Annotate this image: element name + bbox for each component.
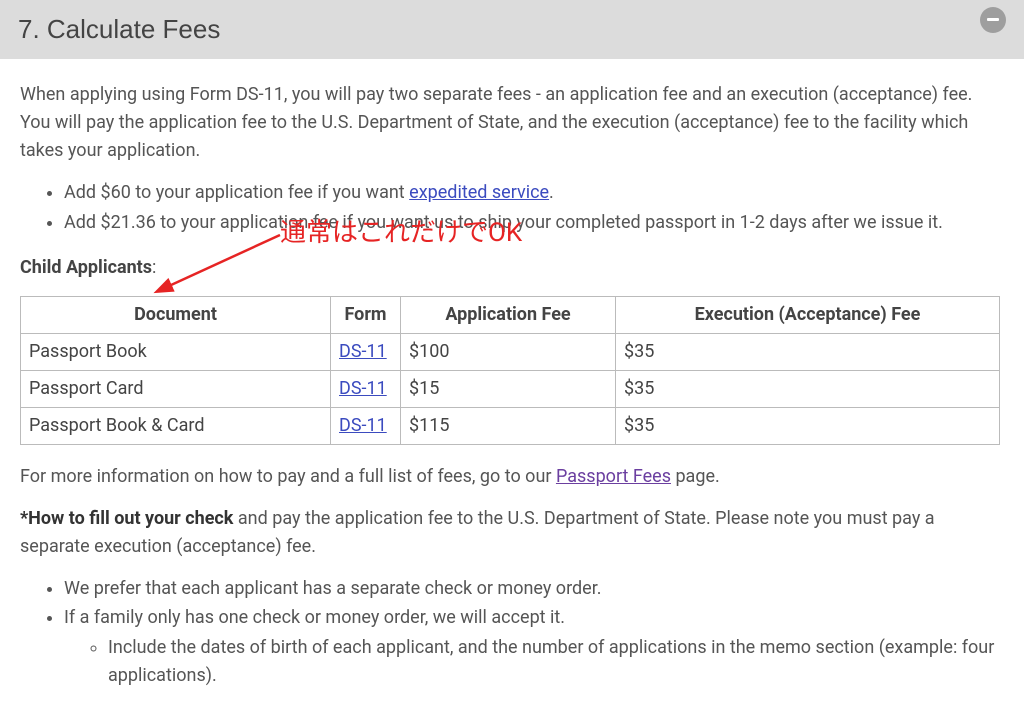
collapse-icon[interactable]	[980, 7, 1006, 33]
form-link[interactable]: DS-11	[339, 341, 387, 362]
cell-document: Passport Card	[21, 371, 331, 408]
col-document: Document	[21, 297, 331, 334]
section-header[interactable]: 7. Calculate Fees	[0, 0, 1024, 59]
table-row: Passport Book & Card DS-11 $115 $35	[21, 408, 1000, 445]
passport-fees-link[interactable]: Passport Fees	[556, 466, 671, 487]
cell-app-fee: $115	[401, 408, 616, 445]
cell-app-fee: $15	[401, 371, 616, 408]
list-item: Include the dates of birth of each appli…	[108, 634, 1004, 690]
fees-table: Document Form Application Fee Execution …	[20, 296, 1000, 445]
form-link[interactable]: DS-11	[339, 378, 387, 399]
cell-document: Passport Book	[21, 334, 331, 371]
table-row: Passport Book DS-11 $100 $35	[21, 334, 1000, 371]
col-exec-fee: Execution (Acceptance) Fee	[616, 297, 1000, 334]
content-area: When applying using Form DS-11, you will…	[0, 59, 1024, 716]
check-paragraph: *How to fill out your check and pay the …	[20, 505, 1004, 561]
list-item: If a family only has one check or money …	[64, 604, 1004, 690]
table-row: Passport Card DS-11 $15 $35	[21, 371, 1000, 408]
list-item: We prefer that each applicant has a sepa…	[64, 575, 1004, 603]
intro-paragraph: When applying using Form DS-11, you will…	[20, 81, 1004, 165]
expedited-service-link[interactable]: expedited service	[409, 182, 549, 203]
cell-app-fee: $100	[401, 334, 616, 371]
section-title: 7. Calculate Fees	[18, 14, 220, 45]
top-bullet-list: Add $60 to your application fee if you w…	[20, 179, 1004, 237]
check-heading: *How to fill out your check	[20, 508, 233, 529]
list-item: Add $60 to your application fee if you w…	[64, 179, 1004, 207]
col-form: Form	[331, 297, 401, 334]
more-info-paragraph: For more information on how to pay and a…	[20, 463, 1004, 491]
form-link[interactable]: DS-11	[339, 415, 387, 436]
child-applicants-label: Child Applicants:	[20, 254, 1004, 282]
col-app-fee: Application Fee	[401, 297, 616, 334]
cell-exec-fee: $35	[616, 371, 1000, 408]
cell-exec-fee: $35	[616, 408, 1000, 445]
bottom-bullet-list: We prefer that each applicant has a sepa…	[20, 575, 1004, 691]
cell-document: Passport Book & Card	[21, 408, 331, 445]
list-item: Add $21.36 to your application fee if yo…	[64, 209, 1004, 237]
cell-exec-fee: $35	[616, 334, 1000, 371]
table-header-row: Document Form Application Fee Execution …	[21, 297, 1000, 334]
